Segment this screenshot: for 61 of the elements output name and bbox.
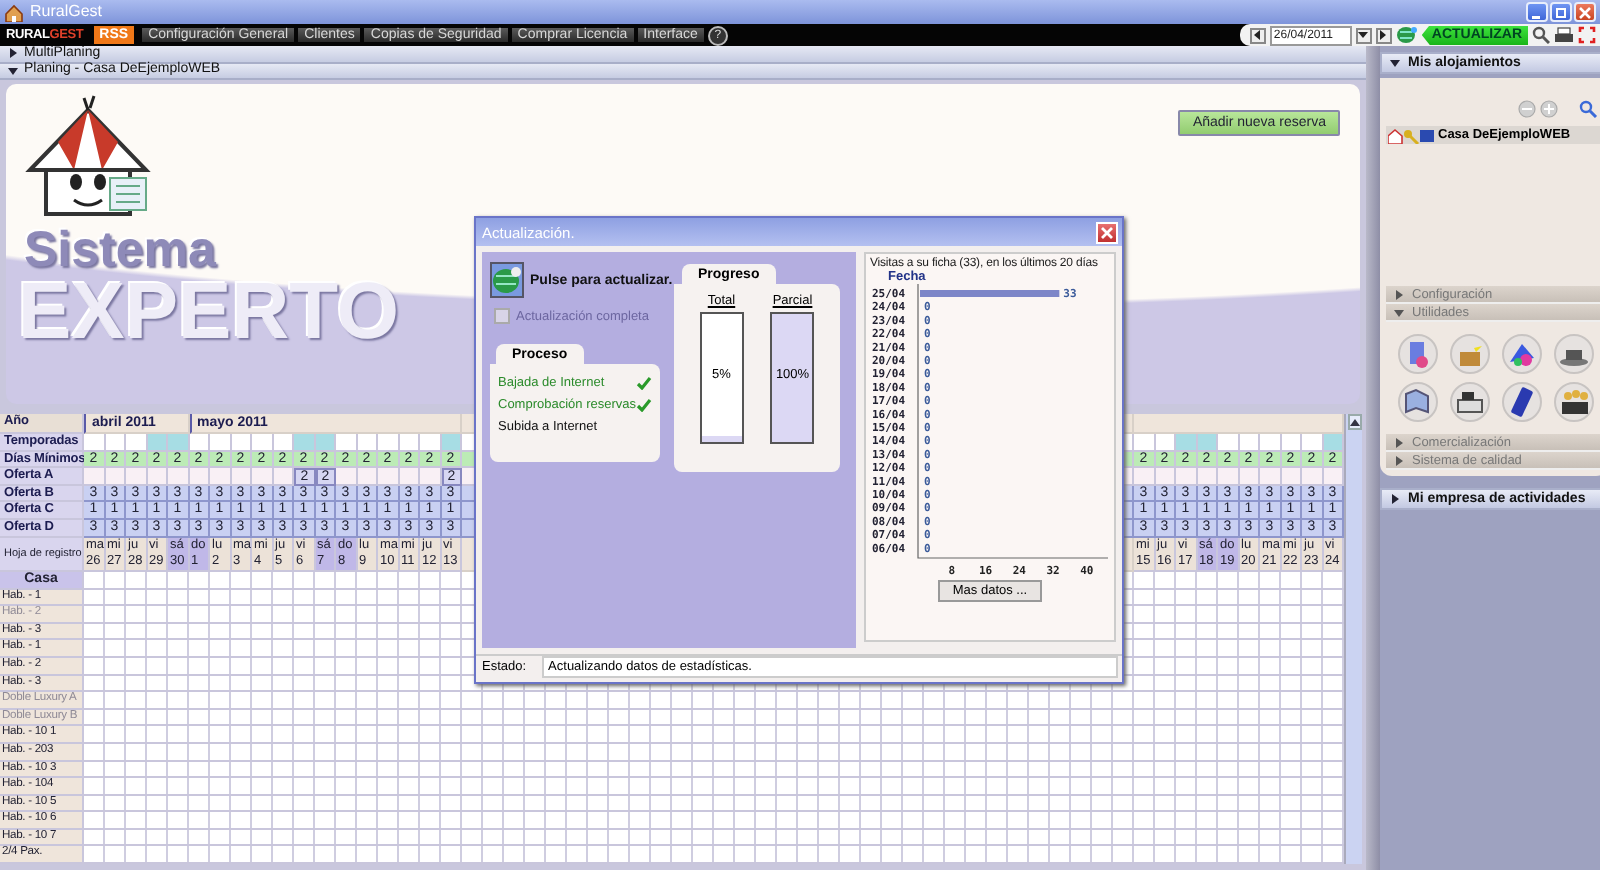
people-icon[interactable] xyxy=(1554,382,1594,422)
map-icon[interactable] xyxy=(1398,382,1438,422)
offer-cell xyxy=(105,468,126,486)
search-icon[interactable] xyxy=(1532,26,1550,44)
offer-cell xyxy=(399,468,420,486)
mobile-phone-icon[interactable] xyxy=(1502,382,1542,422)
offer-cell xyxy=(378,468,399,486)
offer-cell xyxy=(1176,468,1197,486)
offer-cell xyxy=(168,468,189,486)
triangle-right-icon xyxy=(1378,30,1389,40)
offer-cell xyxy=(231,468,252,486)
caret-down-icon[interactable] xyxy=(1390,58,1400,68)
offer-cell xyxy=(1260,468,1281,486)
pie-chart-icon[interactable] xyxy=(1502,334,1542,374)
offer-cell xyxy=(357,468,378,486)
cash-register-icon[interactable] xyxy=(1450,382,1490,422)
offer-cell xyxy=(1218,468,1239,486)
globe-icon xyxy=(492,266,522,294)
house-icon xyxy=(4,3,24,21)
update-icon-button[interactable] xyxy=(490,262,524,298)
caret-right-icon[interactable] xyxy=(1390,494,1400,504)
coffee-cup-icon[interactable] xyxy=(1554,334,1594,374)
search-icon[interactable] xyxy=(1578,100,1598,118)
caret-down-icon xyxy=(1358,30,1369,40)
bar xyxy=(920,290,1060,297)
caret-down-icon[interactable] xyxy=(8,65,18,76)
house-key-icon xyxy=(1388,127,1436,143)
scroll-up-icon[interactable] xyxy=(1349,418,1359,426)
caret-right-icon[interactable] xyxy=(8,48,18,59)
offer-cell xyxy=(252,468,273,486)
previous-button[interactable] xyxy=(1249,27,1266,43)
expert-title: EXPERTO xyxy=(18,274,399,350)
dropdown-button[interactable] xyxy=(1355,27,1372,43)
offer-cell xyxy=(1155,468,1176,486)
offer-cell xyxy=(1323,468,1344,486)
vertical-scrollbar[interactable] xyxy=(1344,414,1362,864)
window-title: RuralGest xyxy=(30,2,103,22)
offer-cell xyxy=(84,468,105,486)
close-icon xyxy=(1578,5,1592,19)
fullscreen-icon[interactable] xyxy=(1578,26,1596,44)
triangle-left-icon xyxy=(1252,30,1263,40)
offer-cell xyxy=(273,468,294,486)
close-button[interactable] xyxy=(1574,2,1596,22)
offer-cell xyxy=(420,468,441,486)
system-title: Sistema xyxy=(24,226,216,274)
offer-cell xyxy=(189,468,210,486)
printer-icon[interactable] xyxy=(1554,26,1574,44)
offer-cell xyxy=(210,468,231,486)
book-icon[interactable] xyxy=(1398,334,1438,374)
offer-cell xyxy=(336,468,357,486)
offer-cell xyxy=(126,468,147,486)
minimize-button[interactable] xyxy=(1526,2,1548,22)
offer-cell xyxy=(147,468,168,486)
offer-cell xyxy=(1281,468,1302,486)
maximize-button[interactable] xyxy=(1550,2,1572,22)
close-icon xyxy=(1100,225,1114,239)
next-button[interactable] xyxy=(1375,27,1392,43)
offer-cell xyxy=(1239,468,1260,486)
offer-cell xyxy=(1302,468,1323,486)
offer-cell xyxy=(1197,468,1218,486)
maximize-icon xyxy=(1554,5,1568,19)
